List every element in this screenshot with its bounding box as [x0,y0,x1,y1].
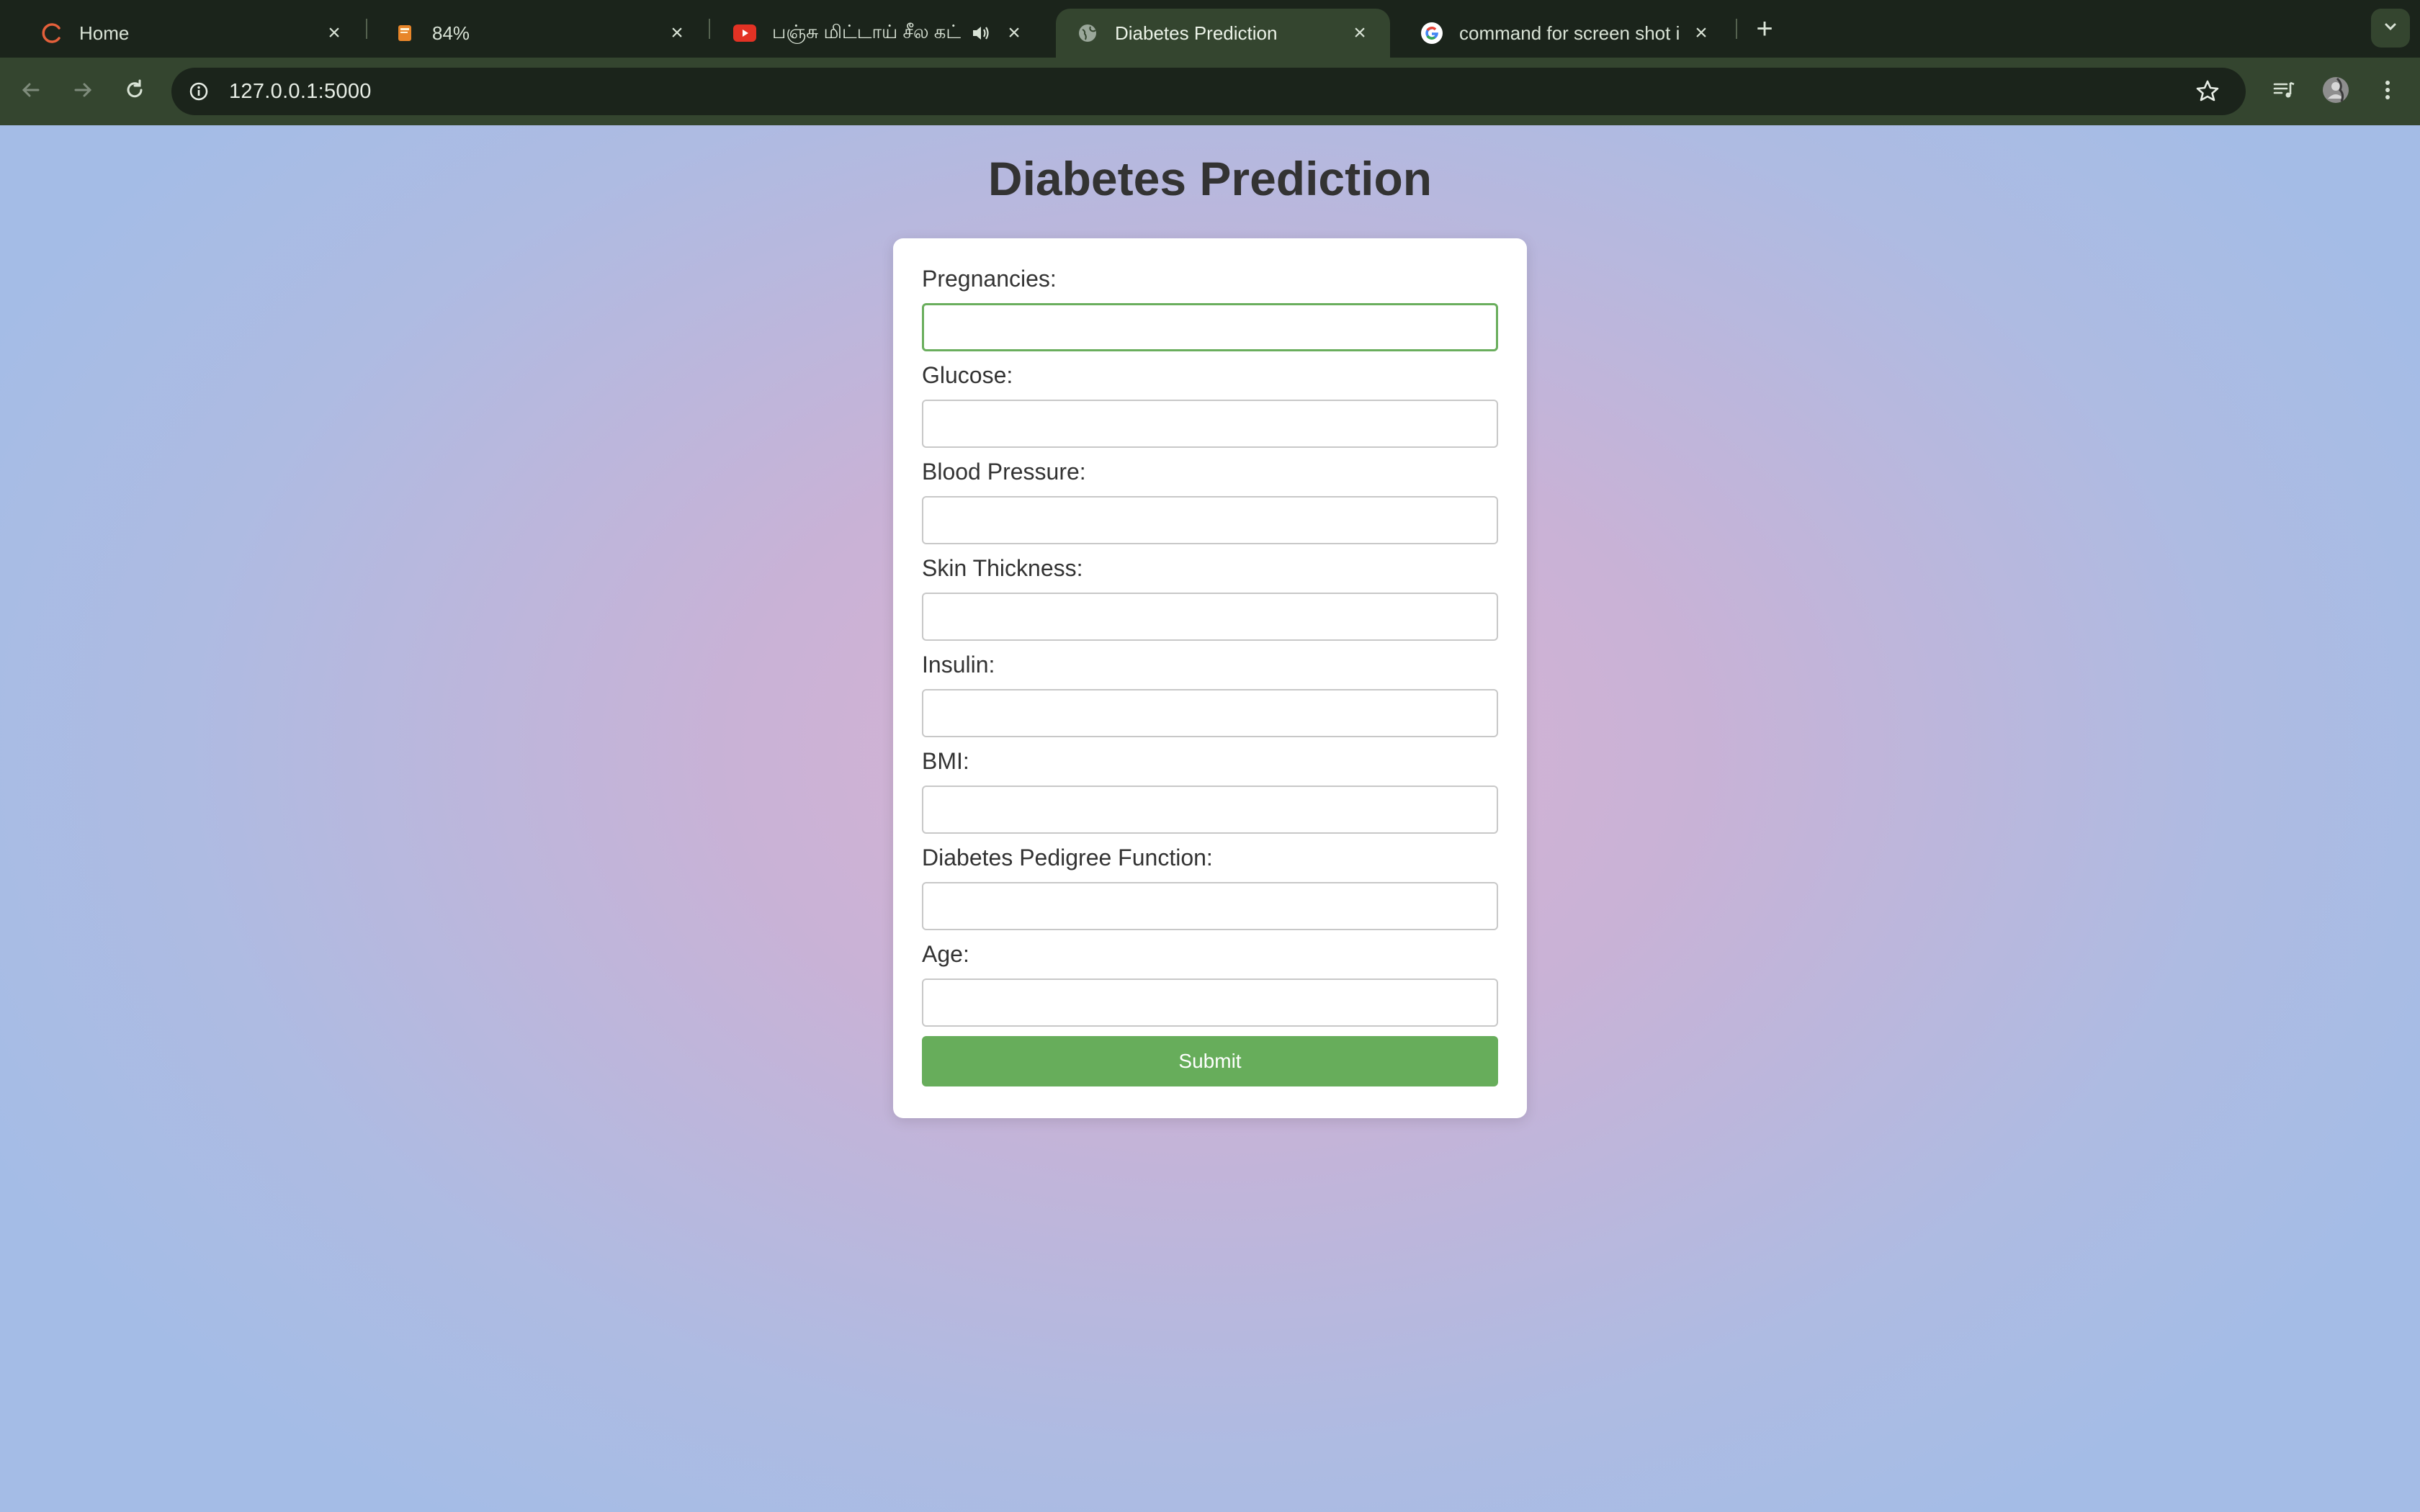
glucose-label: Glucose: [922,362,1013,388]
blood-pressure-input[interactable] [922,496,1498,544]
profile-button[interactable] [2318,73,2354,109]
loading-spinner-icon [40,22,63,45]
glucose-input[interactable] [922,400,1498,448]
kebab-menu-icon [2377,77,2398,107]
insulin-input[interactable] [922,689,1498,737]
globe-icon [1076,22,1099,45]
close-icon[interactable]: × [664,20,690,46]
bmi-input[interactable] [922,786,1498,834]
tab-separator [366,19,367,39]
google-icon [1420,22,1443,45]
book-icon [393,22,416,45]
arrow-right-icon [71,78,95,106]
url-text: 127.0.0.1:5000 [229,79,372,103]
tab-separator [709,19,710,39]
tab-google[interactable]: command for screen shot in m × [1400,9,1731,58]
tab-title: Home [79,22,130,44]
reload-icon [122,78,147,106]
tab-strip: Home × 84% × பஞ்சு மிட்டாய் சீல கட்டி | … [0,0,2420,58]
close-icon[interactable]: × [1688,20,1714,46]
tab-home[interactable]: Home × [20,9,364,58]
tab-title: Diabetes Prediction [1115,22,1278,44]
forward-button[interactable] [63,72,102,111]
diabetes-pedigree-function-input[interactable] [922,882,1498,930]
tab-search-button[interactable] [2371,9,2410,48]
page-viewport: Diabetes Prediction Pregnancies: Glucose… [0,125,2420,1512]
close-icon[interactable]: × [321,20,347,46]
diabetes-pedigree-function-label: Diabetes Pedigree Function: [922,845,1213,870]
new-tab-button[interactable]: + [1749,13,1780,45]
blood-pressure-label: Blood Pressure: [922,459,1086,485]
pregnancies-label: Pregnancies: [922,266,1057,292]
address-bar[interactable]: 127.0.0.1:5000 [171,68,2246,115]
close-icon[interactable]: × [1347,20,1373,46]
youtube-icon [733,22,756,45]
playlist-icon [2271,77,2297,107]
site-info-icon[interactable] [186,78,212,104]
submit-button[interactable]: Submit [922,1036,1498,1086]
reload-button[interactable] [115,72,154,111]
menu-button[interactable] [2370,73,2406,109]
age-label: Age: [922,941,969,967]
avatar [2321,76,2350,108]
tab-youtube[interactable]: பஞ்சு மிட்டாய் சீல கட்டி | ஜ × [713,9,1044,58]
speaker-icon[interactable] [968,21,992,45]
tab-title: பஞ்சு மிட்டாய் சீல கட்டி | ஜ [772,21,962,42]
browser-toolbar: 127.0.0.1:5000 [0,58,2420,125]
skin-thickness-label: Skin Thickness: [922,555,1083,581]
skin-thickness-input[interactable] [922,593,1498,641]
bmi-label: BMI: [922,748,969,774]
prediction-form: Pregnancies: Glucose: Blood Pressure: Sk… [893,238,1527,1118]
chevron-down-icon [2381,17,2400,40]
close-icon[interactable]: × [1001,20,1027,46]
arrow-left-icon [19,78,43,106]
media-controls-button[interactable] [2266,73,2302,109]
page-title: Diabetes Prediction [987,152,1433,205]
tab-title: command for screen shot in m [1459,22,1680,44]
pregnancies-input[interactable] [922,303,1498,351]
tab-title: 84% [432,22,470,44]
tab-book[interactable]: 84% × [373,9,707,58]
tab-separator [1736,19,1737,39]
back-button[interactable] [12,72,50,111]
insulin-label: Insulin: [922,652,995,678]
tab-diabetes-prediction[interactable]: Diabetes Prediction × [1056,9,1390,58]
bookmark-star-icon[interactable] [2194,78,2221,105]
age-input[interactable] [922,978,1498,1027]
